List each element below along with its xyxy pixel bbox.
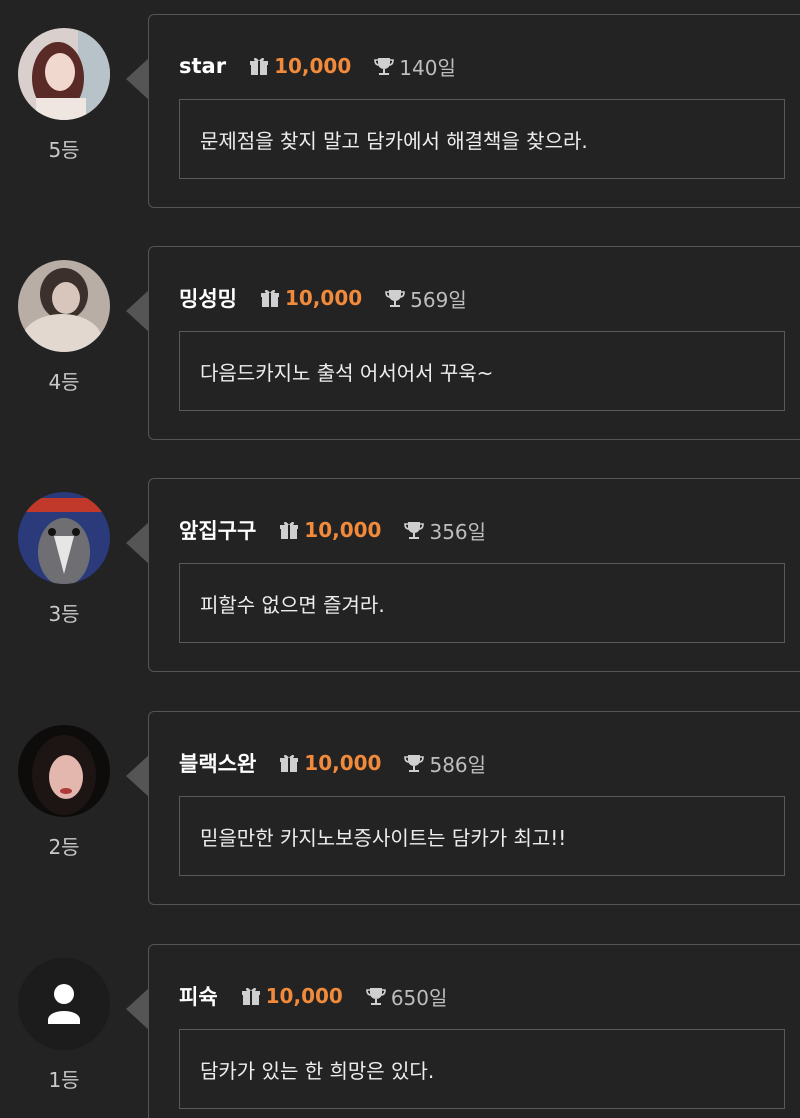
days-value: 650일 [390, 985, 448, 1010]
points-value: 10,000 [304, 751, 382, 775]
comment-meta: 블랙스완 10,000 586일 [179, 748, 486, 778]
comment-meta: 앞집구구 10,000 356일 [179, 515, 486, 545]
ranking-entry: 2등 블랙스완 10,000 586일 믿을만한 카지노보증사이트는 담카가 최… [0, 711, 800, 907]
rank-label: 1등 [48, 1068, 80, 1092]
nickname[interactable]: 블랙스완 [179, 748, 256, 778]
comment-meta: 피슉 10,000 650일 [179, 981, 447, 1011]
nickname[interactable]: 피슉 [179, 981, 218, 1011]
user-icon [18, 958, 110, 1050]
points-value: 10,000 [284, 286, 363, 310]
card-pointer [126, 290, 149, 332]
trophy-icon [365, 985, 387, 1007]
gift-icon [248, 55, 270, 77]
gift-icon [278, 519, 300, 541]
card-pointer [126, 522, 149, 564]
card-pointer [126, 755, 149, 797]
nickname[interactable]: 밍성밍 [179, 283, 237, 313]
days-value: 140일 [399, 55, 456, 80]
comment-card: star 10,000 140일 문제점을 찾지 말고 담카에서 해결책을 찾으… [148, 14, 800, 208]
avatar[interactable] [18, 260, 110, 352]
card-pointer [126, 988, 149, 1030]
comment-card: 블랙스완 10,000 586일 믿을만한 카지노보증사이트는 담카가 최고!! [148, 711, 800, 905]
ranking-entry: 3등 앞집구구 10,000 356일 피할수 없으면 즐겨라. [0, 478, 800, 674]
points-value: 10,000 [265, 984, 343, 1008]
comment-meta: star 10,000 140일 [179, 51, 456, 81]
avatar[interactable] [18, 725, 110, 817]
rank-label: 4등 [48, 370, 80, 394]
comment-message: 다음드카지노 출석 어서어서 꾸욱~ [179, 331, 785, 411]
gift-icon [259, 287, 281, 309]
card-pointer [126, 58, 149, 100]
avatar[interactable] [18, 958, 110, 1050]
comment-message: 믿을만한 카지노보증사이트는 담카가 최고!! [179, 796, 785, 876]
comment-card: 밍성밍 10,000 569일 다음드카지노 출석 어서어서 꾸욱~ [148, 246, 800, 440]
comment-message: 담카가 있는 한 희망은 있다. [179, 1029, 785, 1109]
avatar[interactable] [18, 28, 110, 120]
days-value: 586일 [429, 752, 487, 777]
nickname[interactable]: star [179, 54, 226, 78]
ranking-entry: 1등 피슉 10,000 650일 담카가 있는 한 희망은 있다. [0, 944, 800, 1118]
comment-message: 문제점을 찾지 말고 담카에서 해결책을 찾으라. [179, 99, 785, 179]
trophy-icon [403, 519, 425, 541]
trophy-icon [384, 287, 406, 309]
points-value: 10,000 [304, 518, 382, 542]
comment-card: 앞집구구 10,000 356일 피할수 없으면 즐겨라. [148, 478, 800, 672]
trophy-icon [403, 752, 425, 774]
nickname[interactable]: 앞집구구 [179, 515, 256, 545]
ranking-entry: 5등 star 10,000 140일 문제점을 찾지 말고 담카에서 해결책을… [0, 14, 800, 210]
rank-label: 2등 [48, 835, 80, 859]
gift-icon [278, 752, 300, 774]
days-value: 356일 [429, 519, 487, 544]
trophy-icon [373, 55, 395, 77]
comment-card: 피슉 10,000 650일 담카가 있는 한 희망은 있다. [148, 944, 800, 1118]
days-value: 569일 [410, 287, 467, 312]
avatar[interactable] [18, 492, 110, 584]
rank-label: 5등 [48, 138, 80, 162]
comment-meta: 밍성밍 10,000 569일 [179, 283, 467, 313]
rank-label: 3등 [48, 602, 80, 626]
ranking-entry: 4등 밍성밍 10,000 569일 다음드카지노 출석 어서어서 꾸욱~ [0, 246, 800, 442]
gift-icon [240, 985, 262, 1007]
comment-message: 피할수 없으면 즐겨라. [179, 563, 785, 643]
points-value: 10,000 [274, 54, 352, 78]
